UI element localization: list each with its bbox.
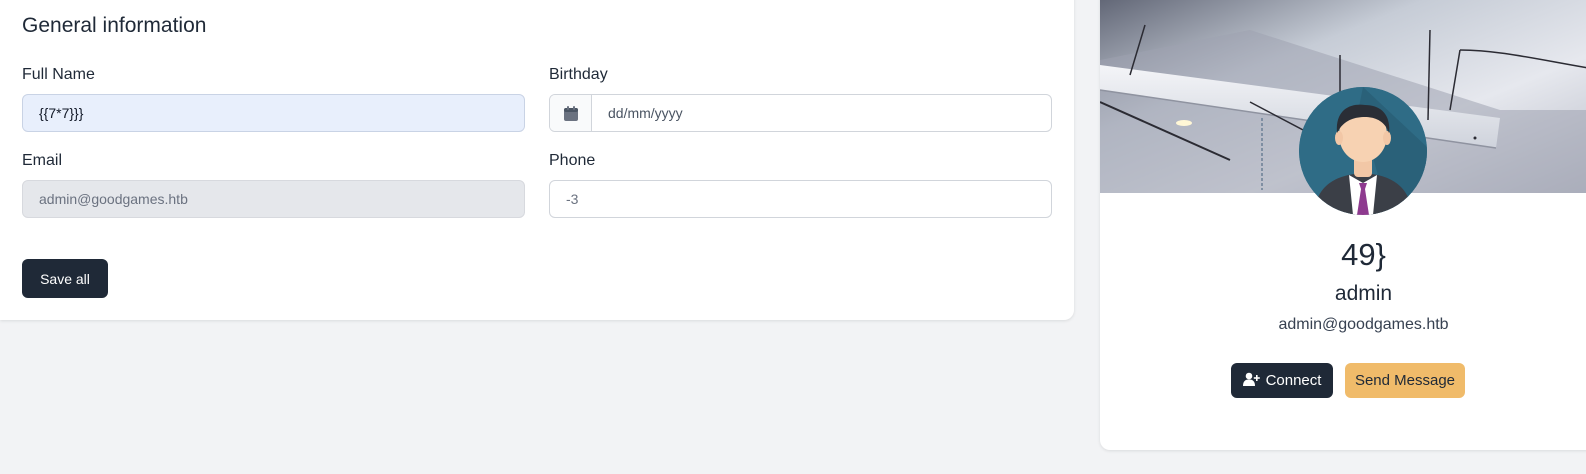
profile-name: 49} — [1341, 237, 1386, 272]
phone-label: Phone — [549, 152, 596, 169]
full-name-label: Full Name — [22, 66, 95, 83]
profile-email: admin@goodgames.htb — [1278, 316, 1449, 333]
phone-input[interactable] — [549, 180, 1052, 218]
avatar — [1299, 87, 1427, 215]
birthday-input[interactable] — [592, 95, 1051, 131]
connect-button[interactable]: Connect — [1231, 363, 1333, 398]
section-title: General information — [22, 14, 207, 37]
general-information-card: General information Full Name Birthday E… — [0, 0, 1074, 320]
profile-role: admin — [1334, 282, 1393, 305]
send-message-button[interactable]: Send Message — [1345, 363, 1465, 398]
birthday-label: Birthday — [549, 66, 608, 83]
user-plus-icon — [1242, 372, 1260, 390]
profile-card: 49} admin admin@goodgames.htb Connect Se… — [1100, 0, 1586, 450]
birthday-field — [549, 94, 1052, 132]
calendar-icon — [550, 95, 592, 131]
connect-label: Connect — [1265, 372, 1322, 389]
email-label: Email — [22, 152, 63, 169]
email-field[interactable] — [22, 180, 525, 218]
full-name-input[interactable] — [22, 94, 525, 132]
save-all-button[interactable]: Save all — [22, 259, 108, 298]
